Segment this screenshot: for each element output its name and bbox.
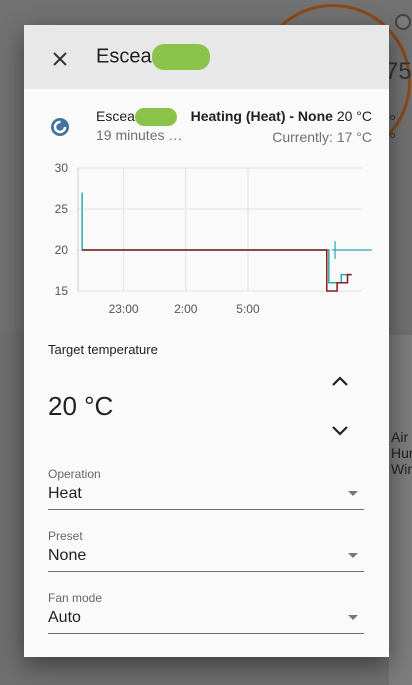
preset-dropdown[interactable]: Preset None bbox=[48, 529, 364, 572]
fan-mode-label: Fan mode bbox=[48, 591, 103, 605]
current-temperature-line bbox=[81, 192, 352, 284]
dropdown-arrow-icon bbox=[348, 491, 358, 496]
fan-mode-dropdown[interactable]: Fan mode Auto bbox=[48, 591, 364, 634]
state-target: 20 °C bbox=[336, 108, 372, 124]
preset-label: Preset bbox=[48, 529, 83, 543]
entity-name-text: Escea bbox=[96, 108, 135, 124]
background-mark: ° bbox=[389, 130, 397, 150]
temperature-down-button[interactable] bbox=[328, 418, 352, 442]
dropdown-arrow-icon bbox=[348, 553, 358, 558]
preset-value: None bbox=[48, 547, 87, 564]
y-tick-label: 30 bbox=[55, 161, 69, 175]
current-temperature: Currently: 17 °C bbox=[272, 129, 372, 145]
operation-label: Operation bbox=[48, 467, 101, 481]
climate-more-info-dialog: Escea Escea 19 minutes … Heating (Heat) … bbox=[24, 25, 389, 657]
redacted-mark bbox=[134, 108, 177, 127]
chevron-down-icon bbox=[332, 426, 348, 436]
close-button[interactable] bbox=[44, 43, 76, 75]
dialog-header: Escea bbox=[24, 25, 389, 89]
target-temperature-label: Target temperature bbox=[48, 342, 158, 357]
operation-dropdown[interactable]: Operation Heat bbox=[48, 467, 364, 510]
last-changed: 19 minutes … bbox=[96, 127, 183, 143]
dialog-title: Escea bbox=[96, 44, 210, 70]
background-label: Hun bbox=[391, 445, 412, 461]
dropdown-arrow-icon bbox=[348, 615, 358, 620]
background-label: Air bbox=[391, 429, 409, 445]
redacted-mark bbox=[151, 44, 210, 70]
x-tick-label: 2:00 bbox=[174, 302, 198, 316]
target-temperature-value: 20 °C bbox=[48, 391, 114, 421]
operation-value: Heat bbox=[48, 485, 82, 502]
target-temperature-line bbox=[82, 249, 352, 292]
y-tick-label: 15 bbox=[55, 284, 69, 298]
thermostat-icon bbox=[51, 118, 69, 136]
y-tick-label: 20 bbox=[55, 243, 69, 257]
background-label: Win bbox=[391, 461, 412, 477]
dialog-title-text: Escea bbox=[96, 45, 152, 68]
background-value: 75 bbox=[385, 58, 412, 85]
entity-name: Escea bbox=[96, 108, 177, 127]
x-tick-label: 5:00 bbox=[236, 302, 260, 316]
state-mode: Heating (Heat) - None bbox=[190, 108, 333, 124]
state-text: Heating (Heat) - None 20 °C bbox=[191, 108, 372, 124]
x-tick-label: 23:00 bbox=[109, 302, 139, 316]
temperature-up-button[interactable] bbox=[328, 370, 352, 394]
background-ring-handle bbox=[395, 14, 411, 30]
close-icon bbox=[53, 52, 67, 66]
chevron-up-icon bbox=[332, 376, 348, 386]
y-tick-label: 25 bbox=[55, 202, 69, 216]
fan-mode-value: Auto bbox=[48, 609, 81, 626]
history-chart: 15 20 25 30 23:00 2:00 5:00 bbox=[55, 161, 372, 316]
background-card bbox=[389, 335, 412, 685]
